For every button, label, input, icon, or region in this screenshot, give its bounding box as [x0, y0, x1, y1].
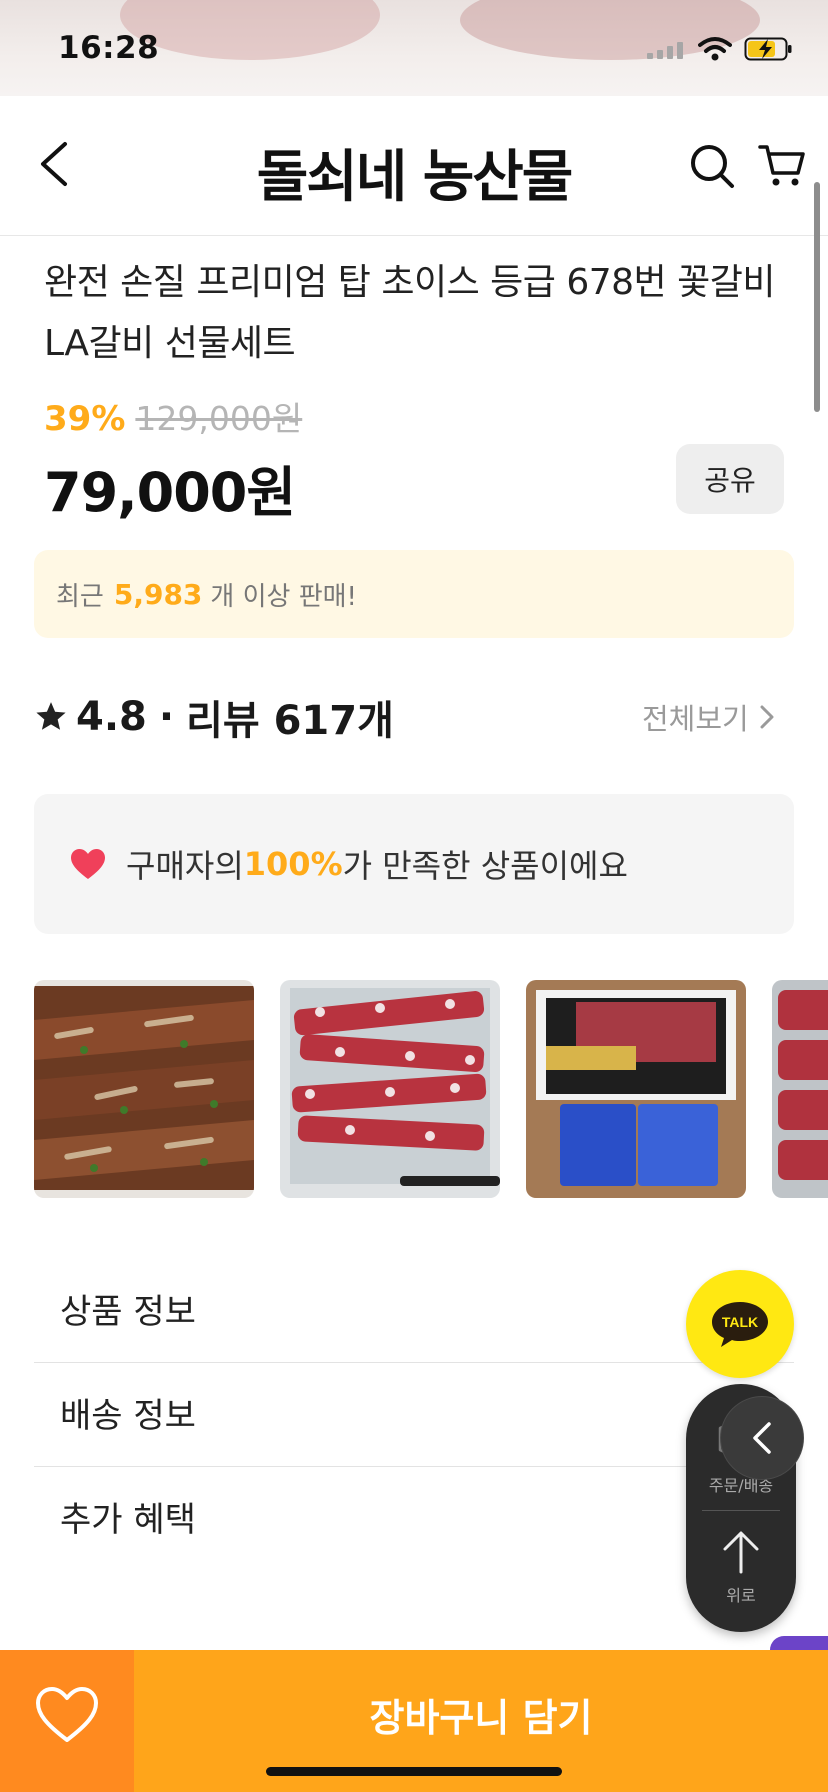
- satisfaction-percent: 100%: [243, 845, 343, 883]
- status-icons: [646, 36, 794, 66]
- sale-price: 79,000원: [44, 461, 296, 524]
- talk-label: TALK: [722, 1314, 758, 1330]
- view-all-label: 전체보기: [642, 702, 749, 736]
- top-nav-header: 돌쇠네 농산물: [0, 96, 828, 236]
- original-price: 129,000원: [135, 399, 303, 438]
- sales-suffix: 개 이상 판매!: [210, 581, 357, 612]
- divider: [702, 1510, 780, 1511]
- collapse-menu-button[interactable]: [720, 1396, 804, 1480]
- accordion-shipping-info[interactable]: 배송 정보: [34, 1360, 794, 1464]
- heart-outline-icon: [36, 1687, 98, 1742]
- wifi-icon: [698, 36, 732, 66]
- review-photo[interactable]: [526, 980, 746, 1198]
- cart-icon: [758, 145, 805, 186]
- cart-button[interactable]: [752, 138, 812, 194]
- arrow-up-icon: [723, 1531, 759, 1574]
- satisfaction-suffix: 가 만족한 상품이에요: [342, 847, 628, 885]
- review-photo-strip[interactable]: [34, 980, 828, 1198]
- rating-score: 4.8: [76, 694, 147, 740]
- discount-rate: 39%: [44, 399, 126, 439]
- search-icon: [691, 145, 734, 188]
- rating-separator: ·: [158, 694, 175, 740]
- home-indicator: [266, 1767, 562, 1776]
- satisfaction-prefix: 구매자의: [126, 847, 244, 885]
- battery-icon: [744, 36, 794, 66]
- accordion-product-info[interactable]: 상품 정보: [34, 1256, 794, 1360]
- scroll-top-label: 위로: [726, 1586, 756, 1605]
- discount-row: 39% 129,000원: [44, 392, 302, 440]
- review-photo[interactable]: [772, 980, 828, 1198]
- scroll-top-button[interactable]: 위로: [686, 1514, 796, 1632]
- sales-count-banner: 최근 5,983 개 이상 판매!: [34, 550, 794, 638]
- review-count: 리뷰 617개: [186, 698, 394, 744]
- accordion-extra-benefits[interactable]: 추가 혜택: [34, 1464, 794, 1568]
- sales-count: 5,983: [113, 577, 203, 611]
- signal-icon: [646, 38, 686, 64]
- view-all-reviews-link[interactable]: 전체보기: [642, 696, 775, 738]
- chevron-left-icon: [753, 1422, 771, 1454]
- heart-icon: [70, 848, 106, 880]
- kakao-talk-button[interactable]: TALK: [686, 1270, 794, 1378]
- star-icon: [34, 700, 68, 734]
- review-photo[interactable]: [280, 980, 500, 1198]
- status-time: 16:28: [58, 30, 160, 66]
- share-button[interactable]: 공유: [676, 444, 784, 514]
- review-photo[interactable]: [34, 980, 254, 1198]
- talk-bubble-icon: TALK: [712, 1302, 768, 1347]
- rating-summary: 4.8 · 리뷰 617개: [34, 688, 394, 746]
- chevron-right-icon: [760, 705, 774, 729]
- search-button[interactable]: [684, 138, 740, 194]
- sales-prefix: 최근: [56, 581, 104, 612]
- wishlist-button[interactable]: [0, 1650, 134, 1792]
- page-scrollbar[interactable]: [814, 182, 820, 412]
- status-bar: 16:28: [0, 0, 828, 96]
- product-title: 완전 손질 프리미엄 탑 초이스 등급 678번 꽃갈비 LA갈비 선물세트: [44, 262, 775, 364]
- satisfaction-banner: 구매자의 100% 가 만족한 상품이에요: [34, 794, 794, 934]
